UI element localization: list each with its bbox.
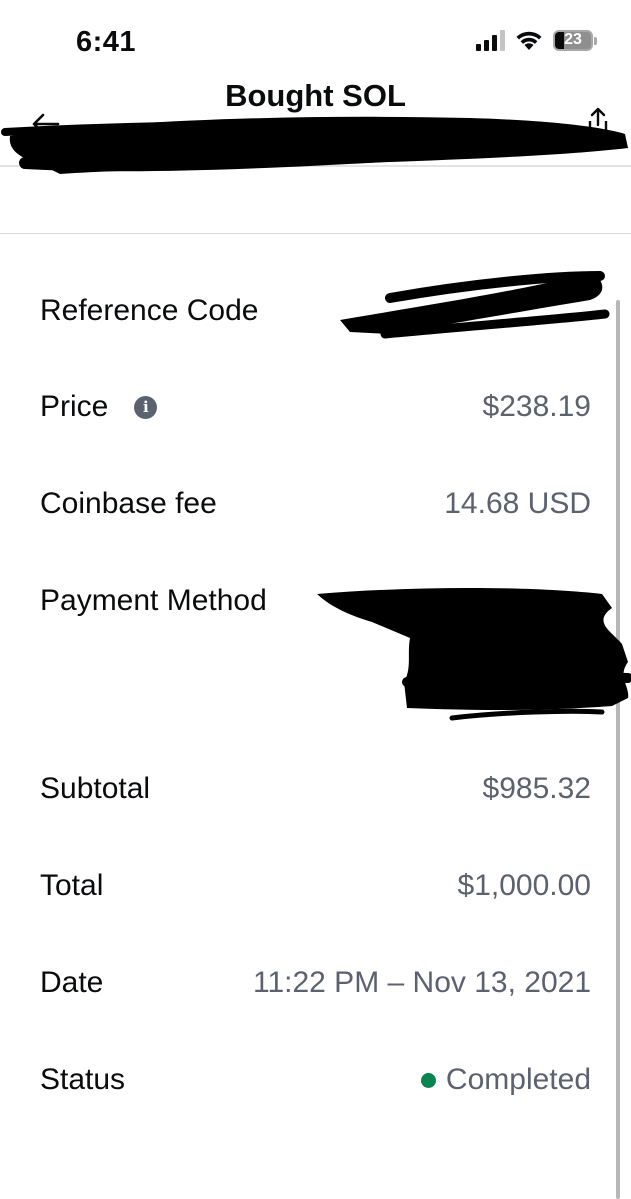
redaction-scribble-reference: [340, 271, 610, 339]
status-icons: 23: [476, 29, 597, 51]
reference-code-label: Reference Code: [40, 294, 259, 327]
cellular-signal-icon: [476, 29, 505, 51]
row-price: Price i $238.19: [40, 382, 591, 432]
row-coinbase-fee: Coinbase fee 14.68 USD: [40, 479, 591, 529]
wifi-icon: [516, 31, 542, 50]
subtotal-value: $985.32: [482, 772, 591, 805]
row-status: Status Completed: [40, 1055, 591, 1105]
scrollbar[interactable]: [616, 300, 620, 1199]
row-date: Date 11:22 PM – Nov 13, 2021: [40, 958, 591, 1008]
status-label: Status: [40, 1063, 126, 1096]
info-icon[interactable]: i: [134, 395, 158, 419]
date-label: Date: [40, 966, 104, 999]
price-value: $238.19: [482, 390, 591, 423]
redaction-scribble-payment: [317, 588, 631, 721]
row-total: Total $1,000.00: [40, 861, 591, 911]
battery-level: 23: [564, 31, 582, 48]
status-dot-icon: [420, 1072, 436, 1088]
section-divider: [0, 233, 631, 234]
price-label: Price: [40, 390, 109, 423]
total-label: Total: [40, 869, 104, 902]
date-value: 11:22 PM – Nov 13, 2021: [253, 966, 591, 999]
coinbase-fee-label: Coinbase fee: [40, 487, 217, 520]
coinbase-fee-value: 14.68 USD: [444, 487, 591, 520]
total-value: $1,000.00: [457, 869, 591, 902]
subtotal-label: Subtotal: [40, 772, 151, 805]
status-time: 6:41: [76, 26, 137, 58]
status-value-group: Completed: [420, 1063, 591, 1097]
status-bar: 6:41 23: [0, 0, 631, 70]
price-label-group: Price i: [40, 390, 158, 424]
status-value: Completed: [445, 1063, 591, 1096]
payment-method-label: Payment Method: [40, 584, 267, 617]
row-subtotal: Subtotal $985.32: [40, 764, 591, 814]
battery-icon: 23: [553, 29, 597, 51]
redaction-scribble-header: [1, 116, 629, 174]
